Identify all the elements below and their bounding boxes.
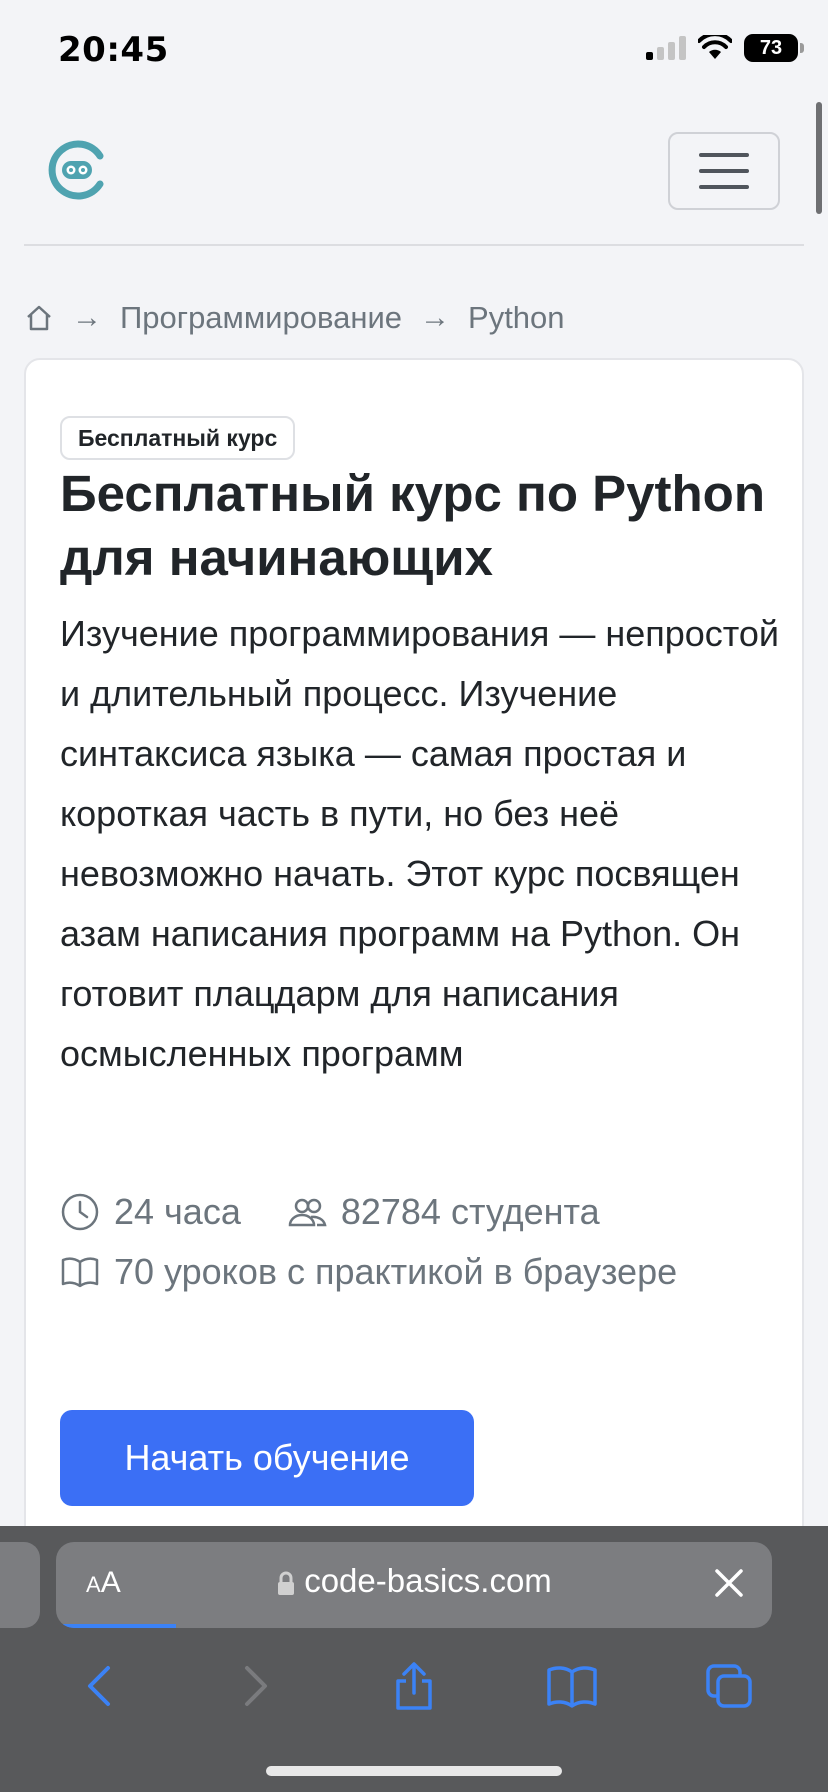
tabs-icon <box>706 1664 752 1708</box>
home-icon[interactable] <box>24 303 54 333</box>
share-button[interactable] <box>384 1656 444 1716</box>
students-item: 82784 студента <box>287 1191 600 1233</box>
breadcrumb: → Программирование → Python <box>24 296 565 340</box>
url-text: code-basics.com <box>304 1562 552 1599</box>
lock-icon <box>278 1571 295 1596</box>
breadcrumb-item-category[interactable]: Программирование <box>120 300 402 336</box>
lessons-text: 70 уроков с практикой в браузере <box>114 1251 678 1292</box>
tabs-button[interactable] <box>699 1656 759 1716</box>
status-icons: 73 <box>646 34 804 62</box>
course-meta: 24 часа 82784 студента 70 уроков с практ… <box>60 1182 780 1302</box>
status-bar: 20:45 73 <box>0 0 828 100</box>
previous-tab[interactable] <box>0 1542 40 1628</box>
lessons-item: 70 уроков с практикой в браузере <box>60 1251 677 1293</box>
signal-icon <box>646 36 686 60</box>
close-icon[interactable] <box>712 1566 746 1600</box>
hamburger-menu-button[interactable] <box>668 132 780 210</box>
home-indicator[interactable] <box>266 1766 562 1776</box>
browser-bar: AA code-basics.com <box>0 1526 828 1792</box>
url-display[interactable]: code-basics.com <box>56 1562 772 1600</box>
share-icon <box>396 1662 432 1710</box>
page-scrollbar[interactable] <box>816 102 822 214</box>
duration-item: 24 часа <box>60 1191 241 1233</box>
users-icon <box>288 1198 327 1227</box>
breadcrumb-item-current[interactable]: Python <box>468 300 565 336</box>
course-card: Бесплатный курс Бесплатный курс по Pytho… <box>24 358 804 1558</box>
back-button[interactable] <box>69 1656 129 1716</box>
clock-icon <box>61 1193 99 1231</box>
menu-line <box>699 153 749 157</box>
page-load-progress <box>56 1624 176 1628</box>
chevron-left-icon <box>87 1666 110 1706</box>
browser-toolbar <box>0 1646 828 1726</box>
arrow-right-icon: → <box>420 301 451 334</box>
meta-row: 70 уроков с практикой в браузере <box>60 1242 780 1302</box>
battery-icon: 73 <box>744 34 804 62</box>
chevron-right-icon <box>245 1666 268 1706</box>
meta-row: 24 часа 82784 студента <box>60 1182 780 1242</box>
forward-button[interactable] <box>226 1656 286 1716</box>
duration-text: 24 часа <box>114 1191 241 1232</box>
menu-line <box>699 185 749 189</box>
book-open-icon <box>61 1257 99 1288</box>
students-text: 82784 студента <box>340 1191 600 1232</box>
course-description: Изучение программирования — непростой и … <box>60 613 780 1074</box>
bookmarks-button[interactable] <box>542 1656 602 1716</box>
page-title: Бесплатный курс по Python для начинающих <box>60 465 765 586</box>
address-bar[interactable]: AA code-basics.com <box>56 1542 772 1628</box>
free-course-badge: Бесплатный курс <box>60 416 296 460</box>
code-basics-logo-icon[interactable] <box>48 140 108 200</box>
wifi-icon <box>698 35 732 59</box>
status-time: 20:45 <box>58 30 169 70</box>
site-header <box>24 100 804 246</box>
battery-level: 73 <box>759 36 783 59</box>
book-icon <box>546 1666 597 1708</box>
start-learning-button[interactable]: Начать обучение <box>60 1410 474 1506</box>
arrow-right-icon: → <box>72 301 102 334</box>
menu-line <box>699 169 749 173</box>
